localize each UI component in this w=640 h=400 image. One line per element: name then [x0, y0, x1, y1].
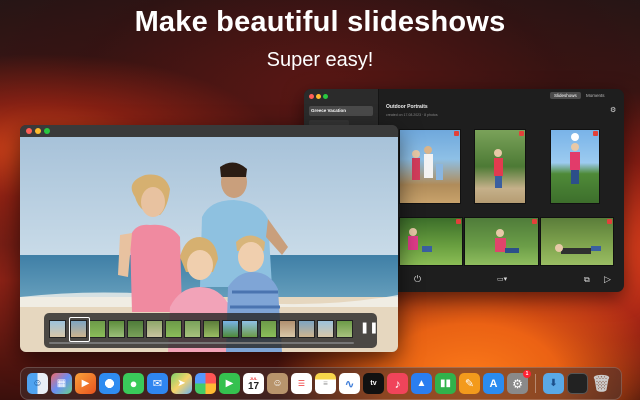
tab-slideshows[interactable]: Slideshows	[550, 92, 581, 99]
photo-thumbnail[interactable]	[399, 129, 461, 204]
slideshow-timeline[interactable]: ❚❚	[44, 313, 378, 348]
freeform-icon[interactable]: ∿	[339, 373, 360, 394]
hero-title: Make beautiful slideshows	[134, 6, 506, 38]
sidebar-item-selected[interactable]: Greece Vacation	[309, 106, 373, 116]
timeline-thumbnail[interactable]	[108, 320, 125, 338]
safari-icon[interactable]	[99, 373, 120, 394]
view-tabs: Slideshows Moments	[550, 92, 609, 99]
timeline-thumbnail[interactable]	[298, 320, 315, 338]
app-store-icon[interactable]: A	[483, 373, 504, 394]
maps-icon[interactable]: ➤	[171, 373, 192, 394]
photo-thumbnail[interactable]	[474, 129, 526, 204]
more-options-icon[interactable]: ⚙	[610, 106, 616, 115]
mail-icon[interactable]: ✉	[147, 373, 168, 394]
system-settings-icon[interactable]: ⚙ 1	[507, 370, 531, 394]
delete-icon[interactable]	[454, 131, 459, 136]
delete-icon[interactable]	[519, 131, 524, 136]
timeline-thumbnail[interactable]	[222, 320, 239, 338]
timeline-thumbnail[interactable]	[279, 320, 296, 338]
timeline-thumbnail[interactable]	[317, 320, 334, 338]
timeline-thumbnail[interactable]	[260, 320, 277, 338]
timeline-thumbnail[interactable]	[336, 320, 353, 338]
notes-icon[interactable]: ≡	[315, 373, 336, 394]
slideshow-player-window: ❚❚	[20, 125, 398, 352]
photo-thumbnail[interactable]	[399, 217, 463, 266]
calendar-day: 17	[247, 380, 260, 392]
delete-icon[interactable]	[532, 219, 537, 224]
contacts-icon[interactable]: ☺	[267, 373, 288, 394]
facetime-icon[interactable]: ▶	[219, 373, 240, 394]
minimize-button[interactable]	[316, 94, 321, 99]
slideshow-app-icon[interactable]: ▶	[75, 373, 96, 394]
airplay-icon[interactable]: ⧉	[584, 275, 590, 284]
launchpad-icon[interactable]: ▦	[51, 373, 72, 394]
delete-icon[interactable]	[593, 131, 598, 136]
keynote-icon[interactable]: ▲	[411, 373, 432, 394]
timeline-thumbnail[interactable]	[184, 320, 201, 338]
hero-subtitle: Super easy!	[266, 49, 374, 71]
finder-icon[interactable]: ☺	[27, 373, 48, 394]
album-meta: created on 17.08.2023 · 8 photos	[386, 113, 438, 117]
play-icon[interactable]: ▷	[604, 275, 611, 284]
slideshow-photo: ❚❚	[20, 137, 398, 352]
trash-icon[interactable]: 🗑	[591, 373, 612, 394]
screen-icon[interactable]	[567, 373, 588, 394]
pages-icon[interactable]: ✎	[459, 373, 480, 394]
timeline-thumbnail[interactable]	[89, 320, 106, 338]
close-button[interactable]	[26, 128, 32, 134]
progress-track[interactable]	[49, 342, 354, 344]
messages-icon[interactable]: ●	[123, 373, 144, 394]
calendar-icon[interactable]: JUL 17	[243, 373, 264, 394]
music-icon[interactable]: ♪	[387, 373, 408, 394]
timeline-thumbnail[interactable]	[146, 320, 163, 338]
photos-icon[interactable]	[195, 373, 216, 394]
album-title: Outdoor Portraits	[386, 104, 428, 110]
photo-thumbnail[interactable]	[464, 217, 539, 266]
timeline-thumbnail[interactable]	[241, 320, 258, 338]
player-titlebar	[20, 125, 398, 137]
photo-thumbnail[interactable]	[550, 129, 600, 204]
apple-tv-label: tv	[370, 380, 377, 387]
dock: ☺ ▦ ▶ ● ✉ ➤ ▶ JUL 17 ☺ ☰ ≡ ∿ tv ♪ ▲ ▮▮ ✎…	[20, 367, 622, 400]
reminders-icon[interactable]: ☰	[291, 373, 312, 394]
downloads-folder-icon[interactable]: ⬇	[543, 373, 564, 394]
pause-icon[interactable]: ❚❚	[360, 321, 378, 334]
power-icon[interactable]: ⏻	[414, 275, 421, 284]
timeline-thumbnail[interactable]	[49, 320, 66, 338]
photo-thumbnail[interactable]	[540, 217, 614, 266]
tab-moments[interactable]: Moments	[582, 92, 609, 99]
zoom-button[interactable]	[44, 128, 50, 134]
timeline-playhead[interactable]	[69, 317, 90, 342]
aspect-ratio-icon[interactable]: ▭▾	[497, 275, 507, 284]
apple-tv-icon[interactable]: tv	[363, 373, 384, 394]
timeline-thumbnail[interactable]	[165, 320, 182, 338]
minimize-button[interactable]	[35, 128, 41, 134]
delete-icon[interactable]	[607, 219, 612, 224]
timeline-thumbnail[interactable]	[127, 320, 144, 338]
notification-badge: 1	[523, 370, 531, 378]
zoom-button[interactable]	[323, 94, 328, 99]
close-button[interactable]	[309, 94, 314, 99]
dock-separator	[535, 374, 536, 393]
numbers-icon[interactable]: ▮▮	[435, 373, 456, 394]
delete-icon[interactable]	[456, 219, 461, 224]
timeline-thumbnail[interactable]	[203, 320, 220, 338]
